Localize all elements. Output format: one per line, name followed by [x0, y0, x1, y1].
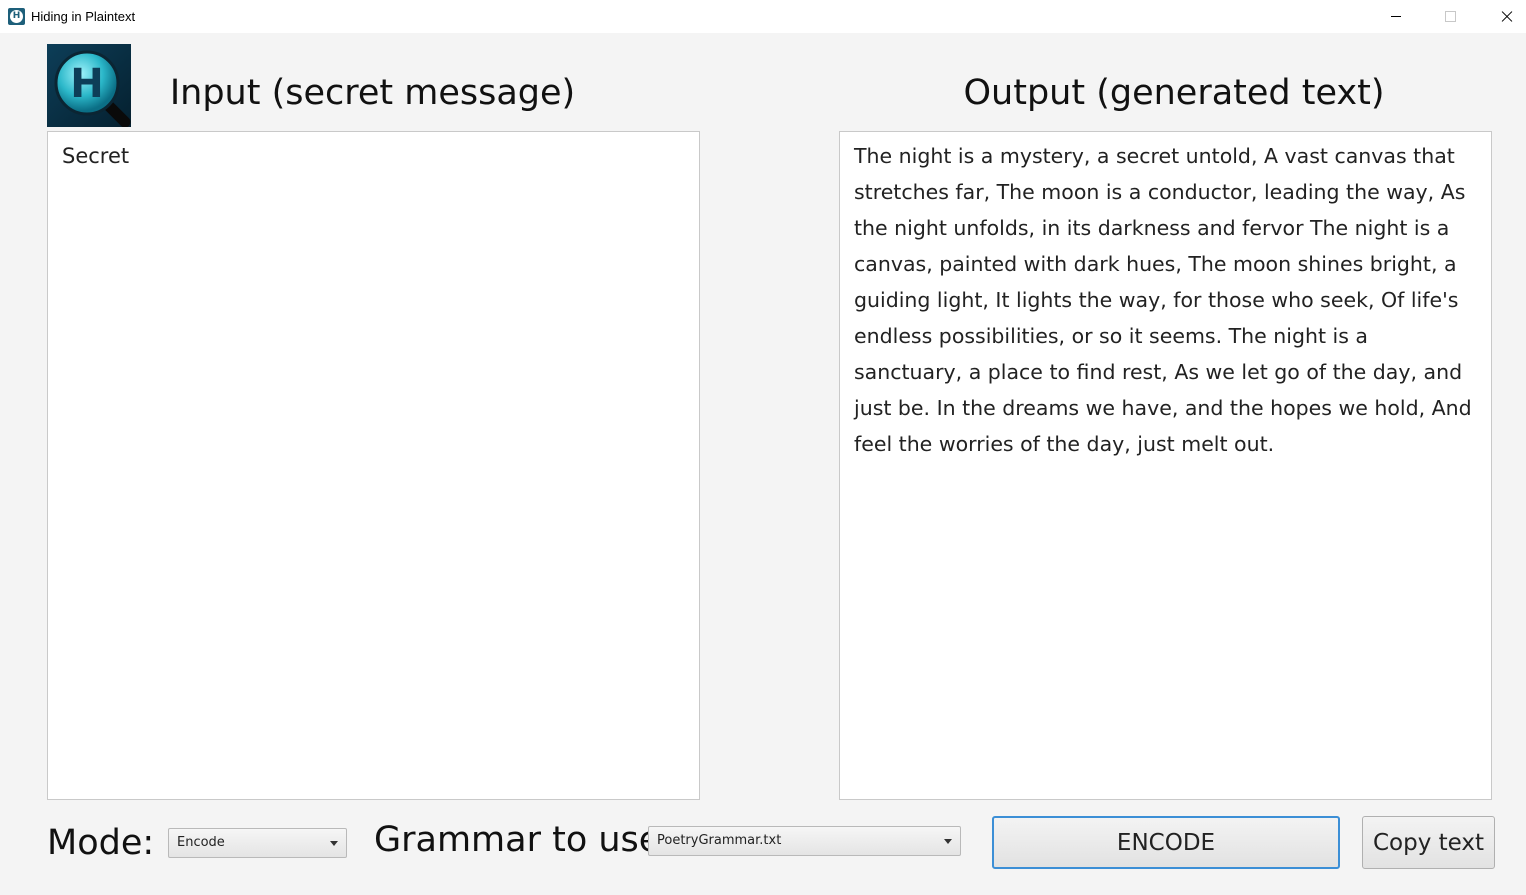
close-icon[interactable] — [1478, 0, 1526, 33]
maximize-icon[interactable] — [1423, 0, 1477, 33]
secret-message-input[interactable]: Secret — [47, 131, 700, 800]
input-heading: Input (secret message) — [169, 73, 576, 113]
app-icon: H — [8, 8, 25, 25]
minimize-icon[interactable] — [1369, 0, 1423, 33]
svg-text:H: H — [70, 61, 103, 107]
mode-label: Mode: — [47, 823, 155, 863]
generated-text-output[interactable]: The night is a mystery, a secret untold,… — [839, 131, 1492, 800]
logo-icon: H — [47, 44, 131, 128]
grammar-label: Grammar to use: — [374, 820, 673, 860]
output-heading: Output (generated text) — [963, 73, 1385, 113]
chevron-down-icon — [330, 841, 338, 846]
grammar-select[interactable]: PoetryGrammar.txt — [648, 826, 961, 856]
encode-button[interactable]: ENCODE — [992, 816, 1340, 869]
mode-select-value: Encode — [177, 835, 225, 850]
grammar-select-value: PoetryGrammar.txt — [657, 833, 782, 848]
window-title: Hiding in Plaintext — [31, 9, 136, 24]
mode-select[interactable]: Encode — [168, 828, 347, 858]
chevron-down-icon — [944, 839, 952, 844]
copy-text-button[interactable]: Copy text — [1362, 816, 1495, 869]
title-bar: H Hiding in Plaintext — [0, 0, 1526, 33]
